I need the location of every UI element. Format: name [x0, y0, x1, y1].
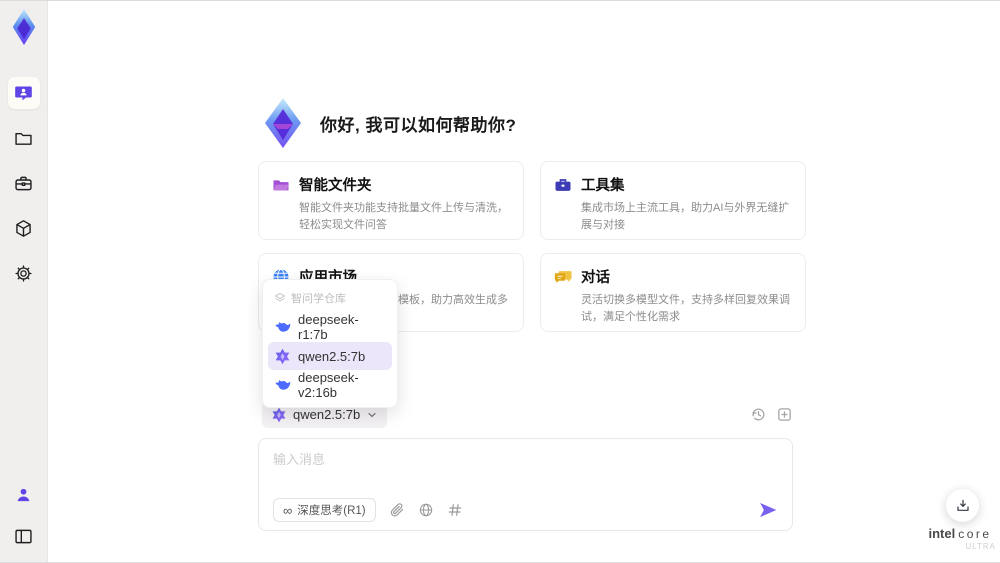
- card-desc: 灵活切换多模型文件，支持多样回复效果调试，满足个性化需求: [581, 294, 790, 324]
- model-option-label: deepseek-r1:7b: [298, 312, 359, 342]
- toolbox-icon: [15, 176, 32, 190]
- chat-bubbles-icon: [554, 270, 572, 283]
- qwen-icon: [272, 407, 286, 422]
- model-selector-value: qwen2.5:7b: [293, 407, 361, 422]
- repository-icon: [274, 292, 286, 302]
- deep-think-label: 深度思考(R1): [297, 505, 366, 517]
- toolbox-icon: [555, 178, 571, 191]
- chevron-down-icon: [368, 412, 376, 417]
- chat-icon: [15, 86, 32, 100]
- infinity-icon: ∞: [283, 502, 293, 518]
- message-input[interactable]: [273, 449, 778, 487]
- card-title: 对话: [581, 270, 610, 286]
- intel-tier-label: ULTRA: [965, 542, 996, 551]
- sidebar-item-folders[interactable]: [8, 122, 40, 154]
- model-dropdown-header-label: 智问学仓库: [291, 293, 346, 305]
- model-dropdown-header: 智问学仓库: [268, 286, 392, 312]
- sidebar-nav: [7, 77, 40, 289]
- folder-icon: [15, 132, 32, 145]
- new-chat-icon[interactable]: [776, 406, 793, 423]
- gear-icon: [15, 264, 32, 282]
- sidebar-item-collapse[interactable]: [8, 520, 40, 552]
- model-option-label: qwen2.5:7b: [298, 348, 366, 364]
- download-button[interactable]: [946, 489, 979, 522]
- composer-toolbar: ∞ 深度思考(R1): [273, 498, 778, 522]
- deep-think-toggle[interactable]: ∞ 深度思考(R1): [273, 498, 376, 522]
- user-icon: [17, 488, 30, 501]
- card-smart-folder[interactable]: 智能文件夹 智能文件夹功能支持批量文件上传与清洗，轻松实现文件问答: [258, 161, 524, 240]
- model-option-label: deepseek-v2:16b: [298, 370, 359, 400]
- card-desc: 智能文件夹功能支持批量文件上传与清洗，轻松实现文件问答: [299, 202, 508, 232]
- model-option-qwen[interactable]: qwen2.5:7b: [268, 342, 392, 370]
- intel-core-badge: intel core ULTRA: [924, 526, 996, 551]
- core-wordmark: core: [958, 527, 992, 541]
- download-icon: [956, 499, 969, 511]
- deepseek-whale-icon: [275, 321, 291, 332]
- card-title: 智能文件夹: [299, 178, 372, 194]
- chat-actions: [750, 406, 793, 423]
- deepseek-whale-icon: [275, 379, 291, 390]
- sidebar-item-chat[interactable]: [7, 77, 40, 109]
- send-icon[interactable]: [758, 500, 778, 520]
- assistant-logo-icon: [265, 98, 301, 148]
- card-desc: 集成市场上主流工具，助力AI与外界无缝扩展与对接: [581, 202, 790, 232]
- app-logo-icon: [12, 9, 35, 45]
- card-title: 工具集: [581, 178, 625, 194]
- hash-icon[interactable]: [447, 502, 463, 518]
- sidebar-item-account[interactable]: [8, 478, 40, 510]
- greeting: 你好, 我可以如何帮助你?: [258, 97, 516, 149]
- folder-purple-icon: [273, 179, 289, 190]
- card-dialogue[interactable]: 对话 灵活切换多模型文件，支持多样回复效果调试，满足个性化需求: [540, 253, 806, 332]
- sidebar-item-toolbox[interactable]: [8, 167, 40, 199]
- cube-icon: [16, 219, 31, 237]
- sidebar-bottom: [8, 478, 40, 552]
- card-toolset[interactable]: 工具集 集成市场上主流工具，助力AI与外界无缝扩展与对接: [540, 161, 806, 240]
- model-option-deepseek-v2[interactable]: deepseek-v2:16b: [268, 370, 392, 400]
- sidebar: [0, 1, 48, 562]
- history-icon[interactable]: [750, 406, 767, 423]
- globe-icon[interactable]: [418, 502, 434, 518]
- greeting-text: 你好, 我可以如何帮助你?: [320, 115, 517, 135]
- panel-icon: [15, 529, 32, 543]
- composer: ∞ 深度思考(R1): [258, 438, 793, 531]
- model-option-deepseek-r1[interactable]: deepseek-r1:7b: [268, 312, 392, 342]
- attachment-icon[interactable]: [389, 502, 405, 518]
- sidebar-item-settings[interactable]: [8, 257, 40, 289]
- sidebar-item-models[interactable]: [8, 212, 40, 244]
- intel-wordmark: intel: [928, 526, 956, 541]
- model-dropdown: 智问学仓库 deepseek-r1:7b qwen2.5:7b deepseek…: [262, 279, 398, 408]
- qwen-icon: [275, 348, 290, 364]
